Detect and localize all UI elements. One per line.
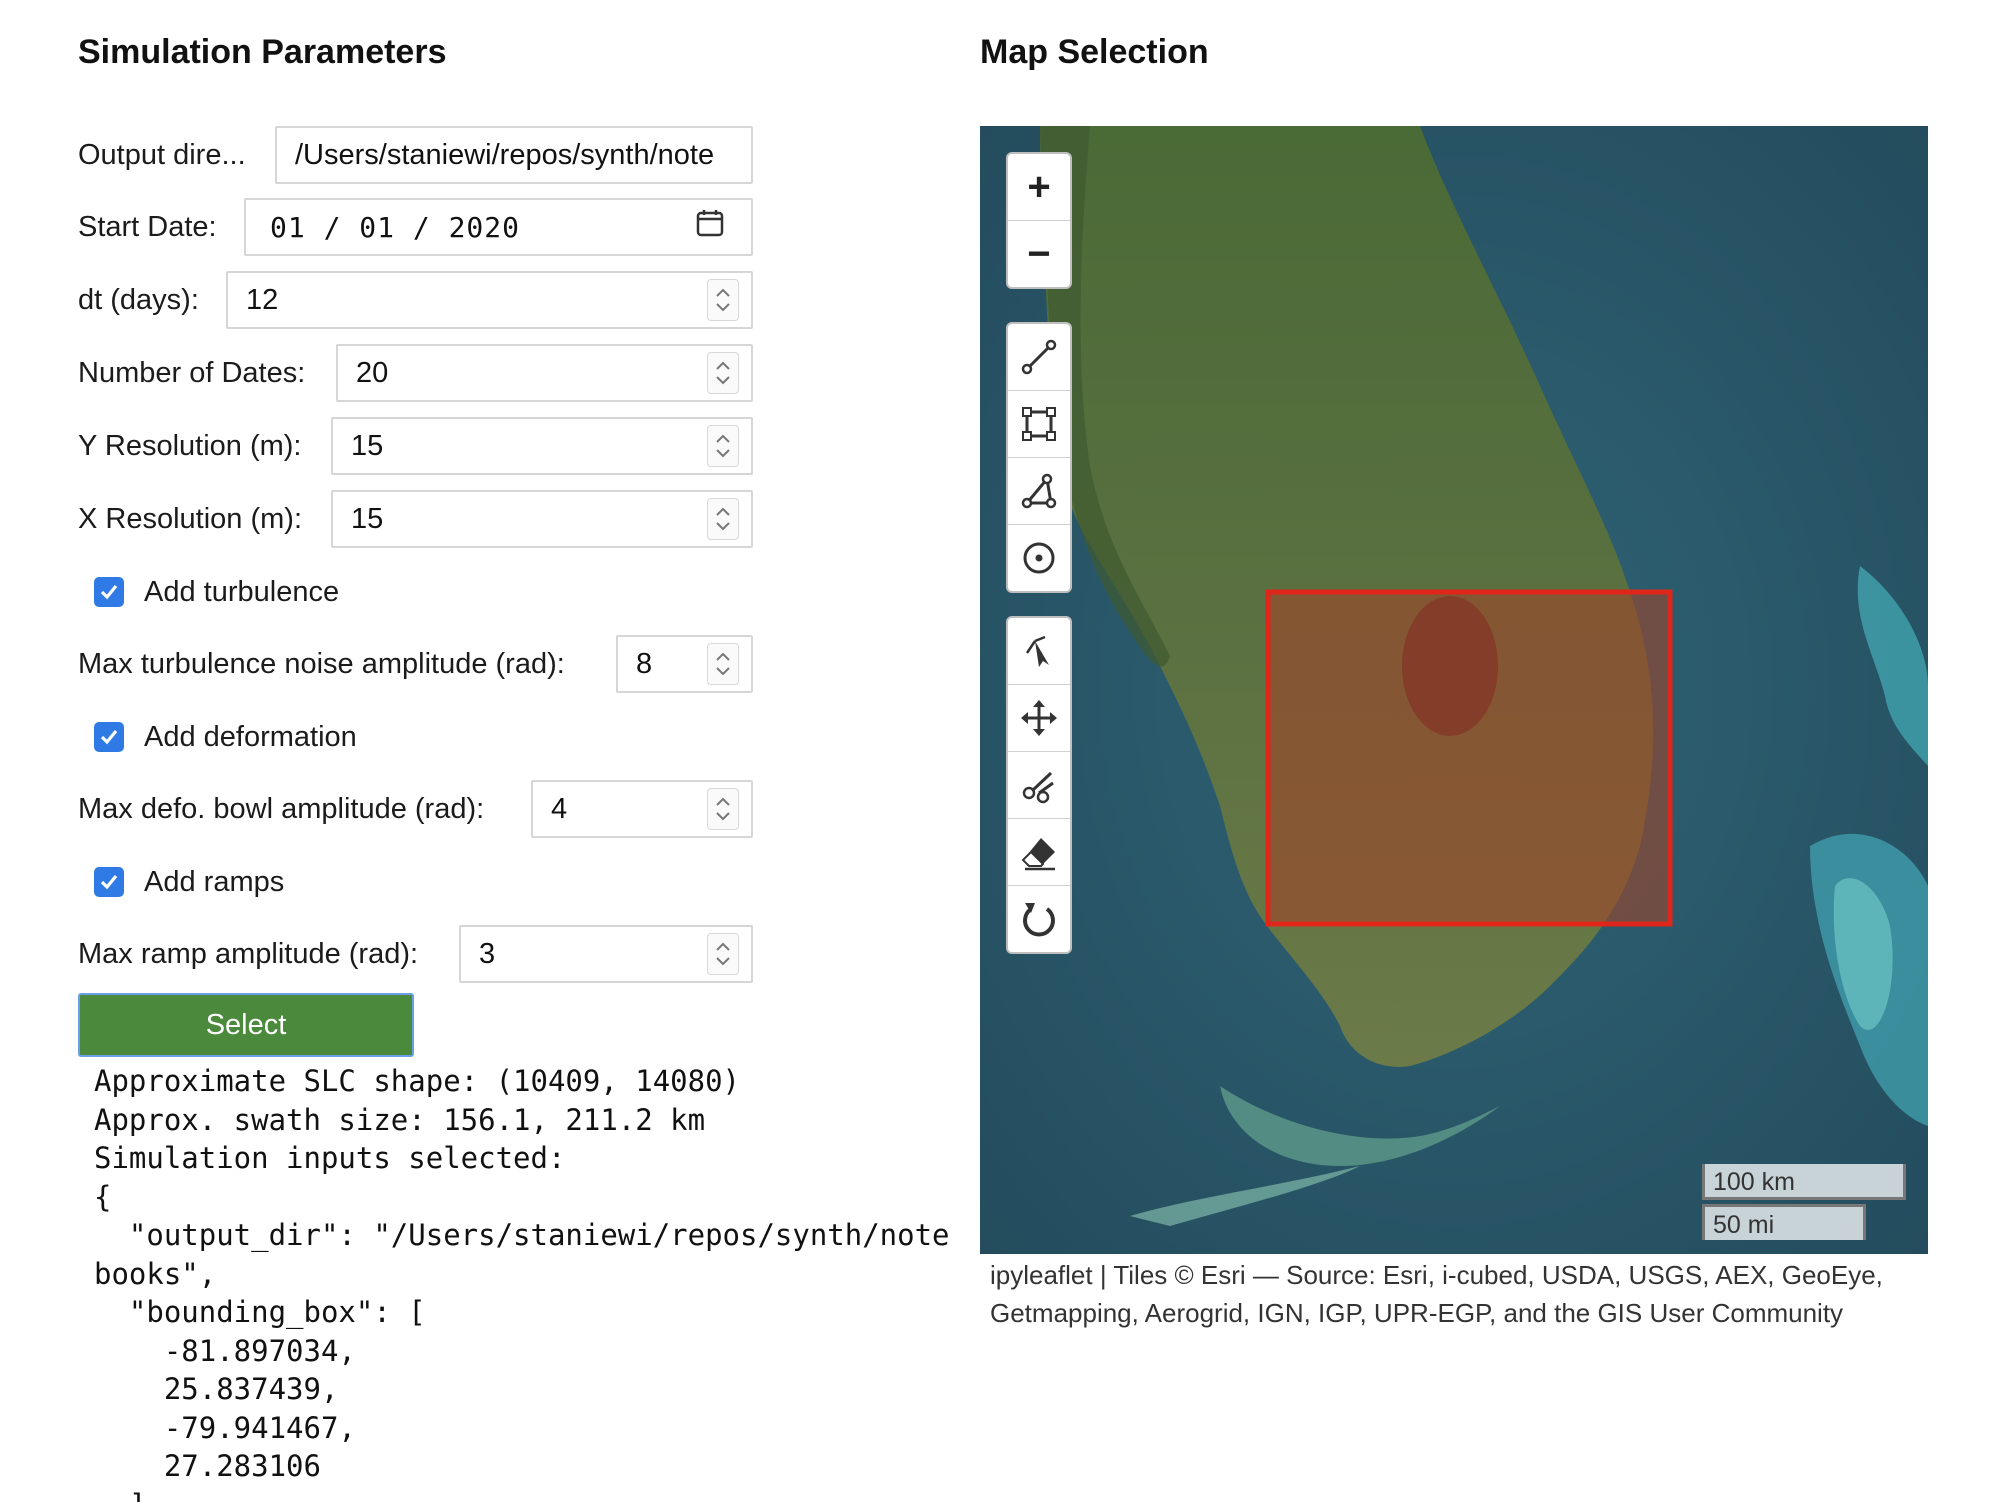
- add-deformation-checkbox-row[interactable]: Add deformation: [94, 712, 357, 762]
- spinner-icon[interactable]: [707, 788, 739, 830]
- eraser-icon[interactable]: [1008, 819, 1070, 886]
- num-dates-input[interactable]: 20: [336, 344, 753, 402]
- max-defo-row: Max defo. bowl amplitude (rad):: [78, 778, 484, 840]
- spinner-icon[interactable]: [707, 498, 739, 540]
- dt-row: dt (days):: [78, 269, 199, 331]
- add-turbulence-label: Add turbulence: [144, 575, 340, 608]
- start-date-label: Start Date:: [78, 210, 217, 243]
- output-dir-label: Output dire...: [78, 138, 246, 171]
- spinner-icon[interactable]: [707, 933, 739, 975]
- simulation-parameters-panel: Simulation Parameters Output dire... /Us…: [78, 30, 958, 1502]
- max-ramp-row: Max ramp amplitude (rad):: [78, 923, 418, 985]
- x-res-label: X Resolution (m):: [78, 502, 303, 535]
- section-title-map: Map Selection: [980, 33, 1209, 71]
- circlemarker-icon[interactable]: [1008, 525, 1070, 591]
- add-turbulence-checkbox-row[interactable]: Add turbulence: [94, 567, 339, 617]
- y-res-row: Y Resolution (m):: [78, 415, 302, 477]
- start-date-input[interactable]: 01 / 01 / 2020: [244, 198, 753, 256]
- rectangle-icon[interactable]: [1008, 391, 1070, 458]
- rotate-icon[interactable]: [1008, 886, 1070, 952]
- max-turb-value: 8: [636, 647, 653, 680]
- max-ramp-input[interactable]: 3: [459, 925, 753, 983]
- map-view[interactable]: + − 100 km 50 mi: [980, 126, 1928, 1254]
- add-deformation-label: Add deformation: [144, 720, 357, 753]
- polyline-icon[interactable]: [1008, 324, 1070, 391]
- start-date-value: 01 / 01 / 2020: [270, 210, 521, 244]
- cut-icon[interactable]: [1008, 752, 1070, 819]
- scale-bar-km: 100 km: [1702, 1164, 1906, 1200]
- start-date-row: Start Date:: [78, 196, 217, 258]
- spinner-icon[interactable]: [707, 425, 739, 467]
- max-defo-input[interactable]: 4: [531, 780, 753, 838]
- draw-toolbar: [1006, 322, 1072, 593]
- output-dir-input[interactable]: /Users/staniewi/repos/synth/note: [275, 126, 753, 184]
- max-turb-row: Max turbulence noise amplitude (rad):: [78, 633, 565, 695]
- add-deformation-checkbox[interactable]: [94, 722, 124, 752]
- add-ramps-checkbox[interactable]: [94, 867, 124, 897]
- max-defo-label: Max defo. bowl amplitude (rad):: [78, 792, 485, 825]
- num-dates-value: 20: [356, 356, 389, 389]
- y-res-value: 15: [351, 429, 384, 462]
- num-dates-row: Number of Dates:: [78, 342, 305, 404]
- max-turb-label: Max turbulence noise amplitude (rad):: [78, 647, 565, 680]
- max-ramp-label: Max ramp amplitude (rad):: [78, 937, 419, 970]
- zoom-in-button[interactable]: +: [1008, 154, 1070, 221]
- x-res-input[interactable]: 15: [331, 490, 753, 548]
- zoom-out-button[interactable]: −: [1008, 221, 1070, 287]
- add-ramps-checkbox-row[interactable]: Add ramps: [94, 857, 284, 907]
- spinner-icon[interactable]: [707, 643, 739, 685]
- num-dates-label: Number of Dates:: [78, 356, 306, 389]
- selection-rectangle: [1265, 589, 1673, 927]
- x-res-row: X Resolution (m):: [78, 488, 302, 550]
- output-dir-row: Output dire...: [78, 124, 246, 186]
- add-turbulence-checkbox[interactable]: [94, 577, 124, 607]
- max-defo-value: 4: [551, 792, 568, 825]
- zoom-control: + −: [1006, 152, 1072, 289]
- dt-input[interactable]: 12: [226, 271, 753, 329]
- spinner-icon[interactable]: [707, 352, 739, 394]
- y-res-input[interactable]: 15: [331, 417, 753, 475]
- satellite-basemap: [980, 126, 1928, 1254]
- edit-toolbar: [1006, 616, 1072, 954]
- map-attribution: ipyleaflet | Tiles © Esri — Source: Esri…: [990, 1260, 1883, 1328]
- add-ramps-label: Add ramps: [144, 865, 285, 898]
- output-dir-value: /Users/staniewi/repos/synth/note: [295, 138, 715, 171]
- dt-value: 12: [246, 283, 279, 316]
- output-log: Approximate SLC shape: (10409, 14080) Ap…: [94, 1064, 950, 1502]
- max-ramp-value: 3: [479, 937, 496, 970]
- section-title-simulation: Simulation Parameters: [78, 33, 447, 71]
- dt-label: dt (days):: [78, 283, 199, 316]
- spinner-icon[interactable]: [707, 279, 739, 321]
- scale-bar-mi: 50 mi: [1702, 1204, 1866, 1240]
- app-root: Simulation Parameters Output dire... /Us…: [0, 0, 2000, 1502]
- select-button[interactable]: Select: [78, 993, 414, 1057]
- y-res-label: Y Resolution (m):: [78, 429, 302, 462]
- move-icon[interactable]: [1008, 685, 1070, 752]
- calendar-icon[interactable]: [695, 208, 725, 246]
- select-icon[interactable]: [1008, 618, 1070, 685]
- x-res-value: 15: [351, 502, 384, 535]
- polygon-icon[interactable]: [1008, 458, 1070, 525]
- max-turb-input[interactable]: 8: [616, 635, 753, 693]
